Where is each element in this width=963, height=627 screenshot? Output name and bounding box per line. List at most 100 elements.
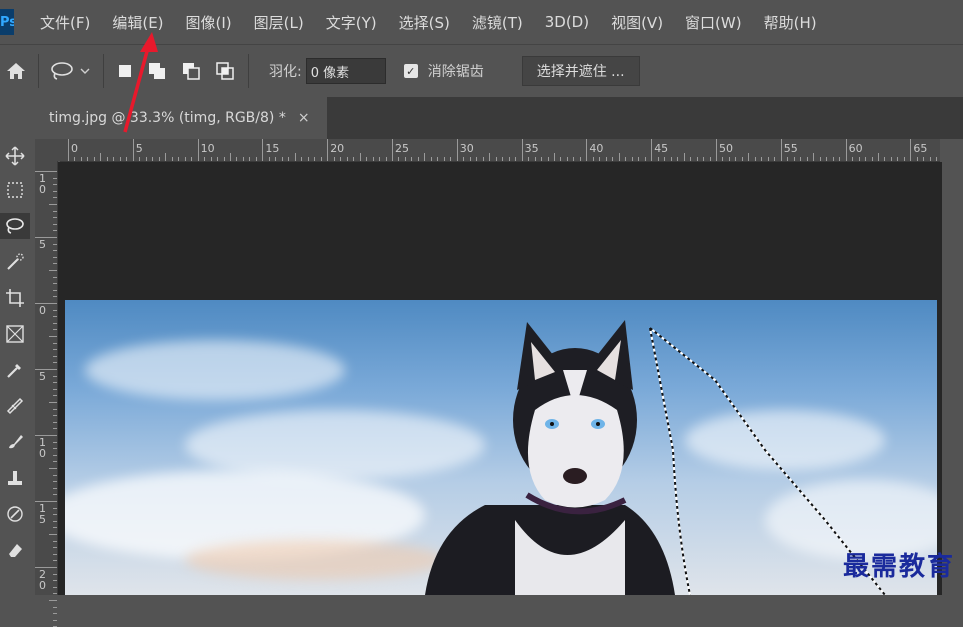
vertical-ruler[interactable]: 1 0 5 0 5 1 0 1 5 2 0 <box>35 161 58 627</box>
clone-stamp-tool-icon[interactable] <box>0 465 30 491</box>
ruler-tick <box>223 157 225 161</box>
ruler-tick <box>242 157 244 161</box>
ruler-tick <box>53 619 57 621</box>
ruler-h-label: 15 <box>265 142 280 155</box>
menu-edit[interactable]: 编辑(E) <box>112 12 163 33</box>
menu-type[interactable]: 文字(Y) <box>326 12 377 33</box>
ruler-tick <box>696 157 698 161</box>
menu-3d[interactable]: 3D(D) <box>545 13 589 31</box>
menu-image[interactable]: 图像(I) <box>186 12 232 33</box>
ruler-tick <box>327 139 329 161</box>
ruler-tick <box>372 157 374 161</box>
ruler-tick <box>53 487 57 489</box>
ruler-h-label: 50 <box>719 142 733 155</box>
ruler-tick <box>53 560 57 562</box>
ruler-tick <box>53 223 57 225</box>
ruler-tick <box>249 157 251 161</box>
subtract-from-selection-icon[interactable] <box>174 62 208 80</box>
lasso-tool-preset-icon[interactable] <box>45 61 97 81</box>
ruler-tick <box>929 157 931 161</box>
ruler-tick <box>806 157 808 161</box>
ruler-tick <box>878 153 879 161</box>
ruler-tick <box>53 388 57 390</box>
marquee-tool-icon[interactable] <box>0 177 30 203</box>
ruler-tick <box>547 157 549 161</box>
feather-label: 羽化: <box>269 64 302 80</box>
ruler-h-label: 55 <box>783 142 798 155</box>
ruler-v-label: 2 0 <box>39 568 46 592</box>
ruler-tick <box>53 547 57 549</box>
menu-file[interactable]: 文件(F) <box>40 12 90 33</box>
menu-view[interactable]: 视图(V) <box>611 12 663 33</box>
ruler-tick <box>53 309 57 311</box>
options-bar: 羽化: 0 像素 ✓ 消除锯齿 选择并遮住 ... <box>0 44 963 97</box>
ruler-tick <box>638 157 640 161</box>
ruler-tick <box>53 342 57 344</box>
intersect-selection-icon[interactable] <box>208 62 242 80</box>
horizontal-ruler[interactable]: 0 5 10 15 20 25 30 35 40 45 50 55 60 65 <box>60 139 963 162</box>
ruler-tick <box>476 157 478 161</box>
ruler-v-label: 5 <box>39 370 46 383</box>
menu-window[interactable]: 窗口(W) <box>685 12 742 33</box>
ruler-tick <box>184 157 186 161</box>
healing-brush-tool-icon[interactable] <box>0 393 30 419</box>
history-brush-tool-icon[interactable] <box>0 501 30 527</box>
husky-photo[interactable] <box>65 300 937 595</box>
ruler-tick <box>865 157 867 161</box>
eraser-tool-icon[interactable] <box>0 537 30 563</box>
crop-tool-icon[interactable] <box>0 285 30 311</box>
ruler-tick <box>346 157 348 161</box>
menu-help[interactable]: 帮助(H) <box>764 12 817 33</box>
ruler-tick <box>53 494 57 496</box>
ruler-tick <box>722 157 724 161</box>
ruler-tick <box>579 157 581 161</box>
ruler-tick <box>119 157 121 161</box>
ruler-tick <box>404 157 406 161</box>
ruler-tick <box>281 157 283 161</box>
close-icon[interactable]: × <box>298 110 310 126</box>
ruler-tick <box>819 157 821 161</box>
ruler-tick <box>411 157 413 161</box>
home-icon[interactable] <box>0 62 32 80</box>
ruler-tick <box>35 501 57 502</box>
menu-select[interactable]: 选择(S) <box>399 12 450 33</box>
ruler-tick <box>871 157 873 161</box>
ruler-v-label: 1 0 <box>39 172 46 196</box>
ruler-tick <box>903 157 905 161</box>
ruler-tick <box>301 157 303 161</box>
lasso-tool-icon[interactable] <box>0 213 30 239</box>
ruler-tick <box>53 250 57 252</box>
menu-layer[interactable]: 图层(L) <box>254 12 304 33</box>
ruler-tick <box>890 157 892 161</box>
ruler-tick <box>560 157 562 161</box>
new-selection-icon[interactable] <box>110 63 140 79</box>
ruler-tick <box>774 157 776 161</box>
ruler-tick <box>53 474 57 476</box>
ruler-tick <box>53 289 57 291</box>
ruler-tick <box>916 157 918 161</box>
ruler-tick <box>625 157 627 161</box>
tools-panel <box>0 139 30 595</box>
ruler-origin[interactable] <box>35 139 60 161</box>
ruler-tick <box>49 402 57 403</box>
ruler-tick <box>813 153 815 161</box>
ruler-tick <box>437 157 439 161</box>
quick-selection-tool-icon[interactable] <box>0 249 30 275</box>
ruler-tick <box>521 139 523 161</box>
ruler-tick <box>761 157 763 161</box>
ruler-tick <box>417 157 419 161</box>
antialias-checkbox[interactable]: ✓ <box>403 64 418 78</box>
eyedropper-tool-icon[interactable] <box>0 357 30 383</box>
ruler-tick <box>845 139 847 161</box>
select-and-mask-button[interactable]: 选择并遮住 ... <box>521 56 640 86</box>
frame-tool-icon[interactable] <box>0 321 30 347</box>
brush-tool-icon[interactable] <box>0 429 30 455</box>
ruler-tick <box>53 263 57 265</box>
feather-input[interactable]: 0 像素 <box>305 58 386 84</box>
move-tool-icon[interactable] <box>0 143 30 169</box>
document-tab[interactable]: timg.jpg @ 33.3% (timg, RGB/8) * × <box>35 97 327 139</box>
menu-filter[interactable]: 滤镜(T) <box>472 12 523 33</box>
ruler-tick <box>554 153 555 161</box>
ruler-tick <box>631 157 633 161</box>
add-to-selection-icon[interactable] <box>140 62 174 80</box>
